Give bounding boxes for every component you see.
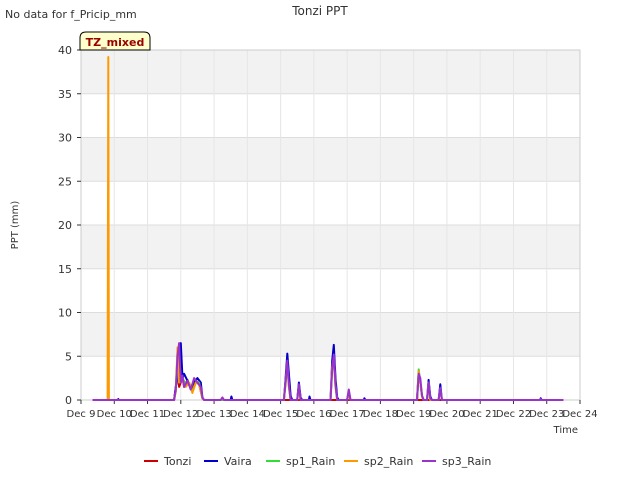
x-tick-label: Dec 15 (263, 409, 298, 420)
tz-mixed-badge: TZ_mixed (79, 31, 151, 51)
x-tick-label: Dec 10 (97, 409, 132, 420)
y-tick-label: 15 (58, 263, 72, 276)
y-tick-label: 40 (58, 44, 72, 57)
legend-label: Tonzi (163, 455, 191, 468)
legend-label: Vaira (224, 455, 252, 468)
x-tick-label: Dec 16 (296, 409, 331, 420)
badge-label: TZ_mixed (86, 36, 145, 49)
y-tick-label: 0 (65, 394, 72, 407)
y-tick-label: 10 (58, 307, 72, 320)
plot-band (81, 137, 580, 182)
x-tick-label: Dec 24 (562, 409, 597, 420)
ppt-chart: No data for f_Pricip_mm Tonzi PPT 0 5 10 15… (5, 4, 598, 468)
y-tick-label: 20 (58, 219, 72, 232)
no-data-note: No data for f_Pricip_mm (5, 8, 137, 21)
plot-band (81, 312, 580, 357)
x-tick-label: Dec 22 (496, 409, 531, 420)
chart-title: Tonzi PPT (291, 4, 348, 18)
x-tick-label: Dec 11 (130, 409, 165, 420)
legend-label: sp1_Rain (286, 455, 335, 468)
legend: Tonzi Vaira sp1_Rain sp2_Rain sp3_Rain (144, 455, 491, 468)
plot-band (81, 225, 580, 269)
x-tick-label: Dec 14 (230, 409, 265, 420)
y-tick-label: 35 (58, 88, 72, 101)
x-tick-label: Dec 23 (529, 409, 564, 420)
plot-band (81, 50, 580, 94)
x-tick-label: Dec 18 (363, 409, 398, 420)
x-tick-label: Dec 9 (67, 409, 96, 420)
y-tick-label: 5 (65, 350, 72, 363)
y-axis-ticks: 0 5 10 15 20 25 30 35 40 (58, 44, 81, 407)
x-tick-label: Dec 21 (463, 409, 498, 420)
x-tick-label: Dec 19 (396, 409, 431, 420)
y-tick-label: 25 (58, 175, 72, 188)
plot-band (81, 181, 580, 225)
x-axis-ticks: Dec 9 Dec 10Dec 11Dec 12Dec 13Dec 14Dec 1… (67, 400, 598, 420)
x-tick-label: Dec 17 (330, 409, 365, 420)
x-tick-label: Dec 12 (163, 409, 198, 420)
legend-label: sp2_Rain (364, 455, 413, 468)
y-axis-label: PPT (mm) (10, 201, 21, 250)
x-tick-label: Dec 20 (429, 409, 464, 420)
x-tick-label: Dec 13 (196, 409, 231, 420)
y-tick-label: 30 (58, 132, 72, 145)
legend-label: sp3_Rain (442, 455, 491, 468)
plot-band (81, 268, 580, 313)
x-axis-label: Time (553, 425, 578, 436)
plot-band (81, 93, 580, 138)
